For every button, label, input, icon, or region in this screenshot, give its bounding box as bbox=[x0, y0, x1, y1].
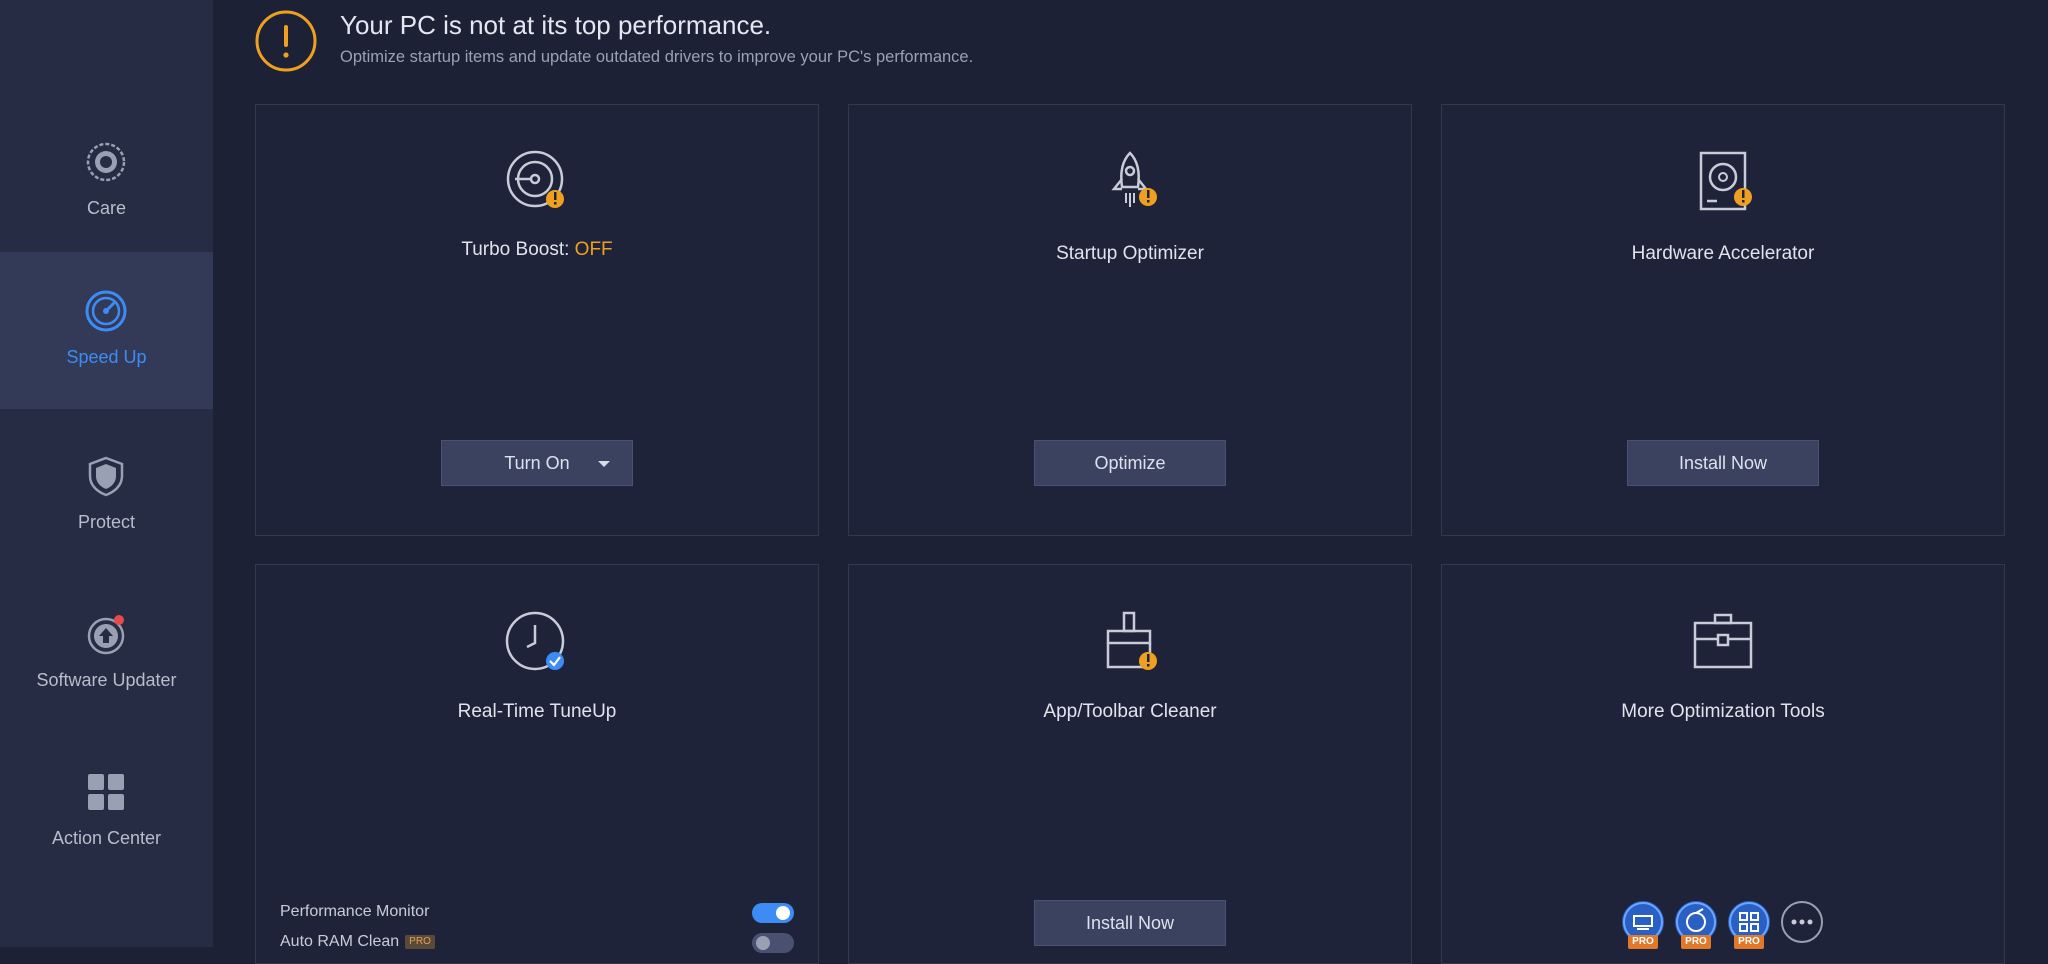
app-toolbar-cleaner-card: App/Toolbar Cleaner Install Now bbox=[848, 564, 1412, 964]
chevron-down-icon[interactable] bbox=[598, 461, 610, 467]
turbo-boost-title: Turbo Boost: OFF bbox=[256, 239, 818, 261]
startup-optimizer-title: Startup Optimizer bbox=[1056, 243, 1204, 264]
sidebar-item-software-updater[interactable]: Software Updater bbox=[0, 575, 213, 732]
pro-tool-3-icon[interactable]: PRO bbox=[1728, 901, 1770, 949]
sidebar-item-label: Speed Up bbox=[66, 347, 147, 367]
auto-ram-clean-row: Auto RAM Clean PRO bbox=[280, 931, 794, 957]
install-now-button[interactable]: Install Now bbox=[1034, 900, 1226, 946]
hard-drive-icon bbox=[1699, 151, 1752, 211]
sidebar-item-label: Care bbox=[86, 198, 126, 218]
clock-check-icon bbox=[505, 611, 565, 671]
toggle-knob bbox=[756, 936, 770, 950]
software-updater-icon bbox=[87, 615, 125, 655]
auto-ram-clean-toggle[interactable] bbox=[752, 933, 794, 953]
toolbox-icon bbox=[1693, 613, 1753, 669]
alert-subtitle: Optimize startup items and update outdat… bbox=[340, 48, 974, 66]
care-icon bbox=[86, 142, 126, 182]
sidebar-item-label: Protect bbox=[77, 512, 136, 532]
performance-monitor-toggle[interactable] bbox=[752, 903, 794, 923]
sidebar: Care Speed Up Protect Software Updater A… bbox=[0, 0, 213, 947]
more-optimization-tools-title: More Optimization Tools bbox=[1621, 701, 1825, 722]
turbo-boost-card: Turbo Boost: OFF Turn On bbox=[255, 104, 819, 536]
optimize-button[interactable]: Optimize bbox=[1034, 440, 1226, 486]
startup-optimizer-card: Startup Optimizer Optimize bbox=[848, 104, 1412, 536]
action-center-icon bbox=[88, 774, 124, 810]
pro-tool-1-icon[interactable]: PRO bbox=[1622, 901, 1664, 949]
sidebar-item-care[interactable]: Care bbox=[0, 103, 213, 260]
hardware-accelerator-card: Hardware Accelerator Install Now bbox=[1441, 104, 2005, 536]
pro-tool-2-icon[interactable]: PRO bbox=[1675, 901, 1717, 949]
real-time-tuneup-card: Real-Time TuneUp Performance Monitor Aut… bbox=[255, 564, 819, 964]
sidebar-item-action-center[interactable]: Action Center bbox=[0, 733, 213, 890]
more-dots-icon[interactable] bbox=[1781, 901, 1823, 943]
shield-icon bbox=[88, 456, 124, 497]
sidebar-item-speed-up[interactable]: Speed Up bbox=[0, 252, 213, 409]
turbo-boost-title-prefix: Turbo Boost: bbox=[461, 239, 575, 260]
alert-title: Your PC is not at its top performance. bbox=[340, 10, 772, 40]
more-dots-glyph bbox=[1791, 919, 1813, 925]
real-time-tuneup-title: Real-Time TuneUp bbox=[457, 701, 617, 722]
more-optimization-tools-card: More Optimization Tools PRO PRO PRO bbox=[1441, 564, 2005, 964]
hardware-accelerator-title: Hardware Accelerator bbox=[1631, 243, 1815, 264]
auto-ram-clean-label: Auto RAM Clean PRO bbox=[280, 933, 435, 951]
sidebar-item-label: Action Center bbox=[51, 828, 162, 848]
toggle-knob bbox=[776, 906, 790, 920]
turn-on-button-label: Turn On bbox=[504, 453, 570, 473]
warning-icon bbox=[255, 10, 317, 72]
toolbar-cleaner-icon bbox=[1106, 611, 1157, 670]
speedup-icon bbox=[85, 290, 127, 332]
performance-monitor-row: Performance Monitor bbox=[280, 901, 794, 927]
turbo-boost-status: OFF bbox=[574, 239, 613, 260]
sidebar-item-protect[interactable]: Protect bbox=[0, 417, 213, 574]
turn-on-button[interactable]: Turn On bbox=[441, 440, 633, 486]
auto-ram-clean-label-text: Auto RAM Clean bbox=[280, 933, 400, 950]
install-now-button[interactable]: Install Now bbox=[1627, 440, 1819, 486]
app-toolbar-cleaner-title: App/Toolbar Cleaner bbox=[1043, 701, 1217, 722]
performance-monitor-label: Performance Monitor bbox=[280, 903, 430, 920]
sidebar-item-label: Software Updater bbox=[36, 670, 177, 690]
turbo-boost-icon bbox=[506, 150, 564, 208]
rocket-icon bbox=[1111, 151, 1157, 207]
